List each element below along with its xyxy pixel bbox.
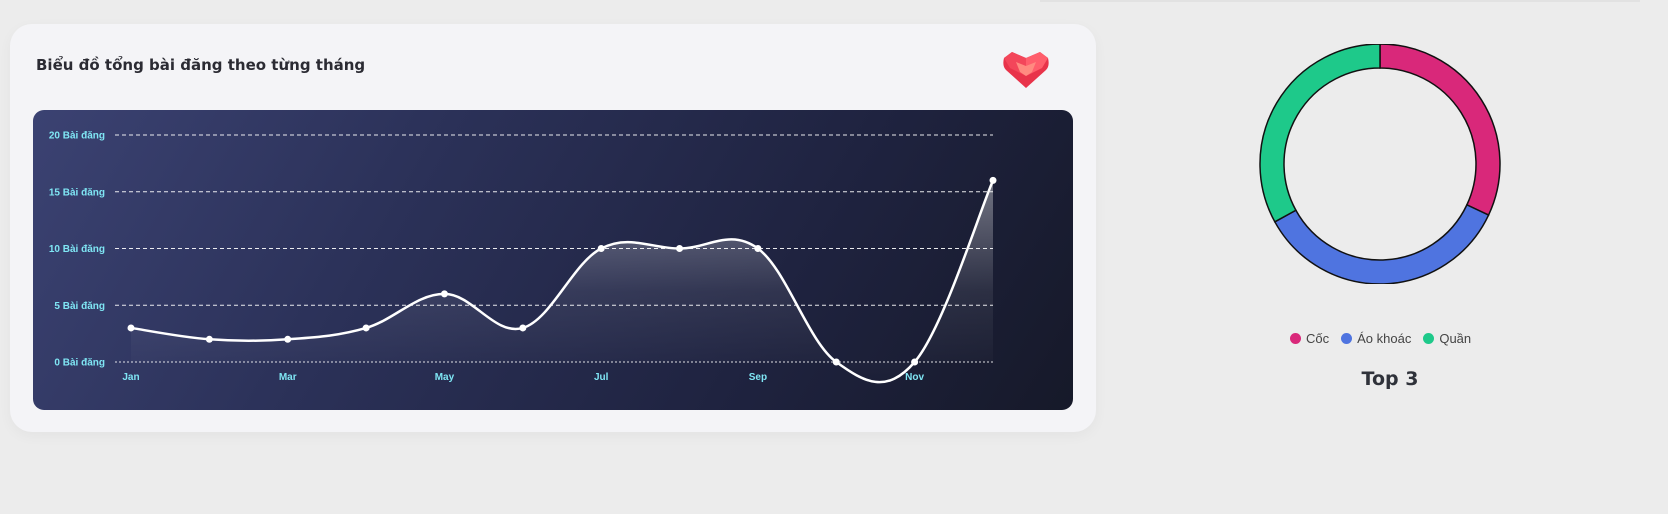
donut-chart-svg xyxy=(1259,43,1501,285)
legend-item[interactable]: Áo khoác xyxy=(1341,331,1411,346)
x-tick-label: Nov xyxy=(905,372,924,383)
area-fill xyxy=(131,180,993,383)
legend-swatch xyxy=(1341,332,1353,344)
legend-swatch xyxy=(1290,332,1301,344)
legend-swatch xyxy=(1423,332,1435,344)
y-tick-label: 0 Bài đăng xyxy=(54,358,105,369)
y-tick-label: 10 Bài đăng xyxy=(49,244,105,255)
legend-label: Áo khoác xyxy=(1357,330,1412,346)
y-tick-label: 20 Bài đăng xyxy=(49,131,105,142)
data-point[interactable] xyxy=(832,358,840,366)
y-tick-label: 5 Bài đăng xyxy=(54,301,105,312)
data-point[interactable] xyxy=(754,245,762,252)
data-point[interactable] xyxy=(676,245,684,252)
data-point[interactable] xyxy=(205,335,213,343)
x-tick-label: Jan xyxy=(122,372,139,383)
x-tick-label: Sep xyxy=(749,372,767,383)
data-point[interactable] xyxy=(127,324,135,332)
legend-item[interactable]: Quần xyxy=(1423,331,1471,346)
data-point[interactable] xyxy=(989,176,997,184)
donut-legend: Cốc Áo khoác Quần xyxy=(1290,328,1471,348)
x-tick-label: May xyxy=(435,372,455,383)
donut-slice[interactable] xyxy=(1259,43,1381,223)
data-point[interactable] xyxy=(519,324,527,332)
line-chart-svg: 0 Bài đăng 5 Bài đăng 10 Bài đăng 15 Bài đă… xyxy=(49,131,997,384)
legend-label: Cốc xyxy=(1306,330,1330,346)
x-tick-label: Mar xyxy=(279,372,297,383)
legend-item[interactable]: Cốc xyxy=(1290,331,1329,346)
donut-slice[interactable] xyxy=(1379,43,1501,217)
x-tick-label: Jul xyxy=(594,372,609,383)
donut-caption: Top 3 xyxy=(1361,368,1419,390)
top-divider xyxy=(1040,0,1640,2)
heart-logo-icon xyxy=(1003,52,1049,88)
data-point[interactable] xyxy=(911,358,919,366)
line-chart-area: 0 Bài đăng 5 Bài đăng 10 Bài đăng 15 Bài đă… xyxy=(33,110,1073,410)
card-title: Biểu đồ tổng bài đăng theo từng tháng xyxy=(36,56,366,74)
y-tick-label: 15 Bài đăng xyxy=(49,187,105,198)
data-point[interactable] xyxy=(597,245,605,252)
legend-label: Quần xyxy=(1439,330,1472,346)
donut-chart xyxy=(1248,43,1512,285)
line-chart-card: Biểu đồ tổng bài đăng theo từng tháng 0 … xyxy=(10,24,1096,432)
data-point[interactable] xyxy=(440,290,448,298)
donut-slice[interactable] xyxy=(1273,203,1490,285)
data-point[interactable] xyxy=(284,335,292,343)
data-point[interactable] xyxy=(362,324,370,332)
